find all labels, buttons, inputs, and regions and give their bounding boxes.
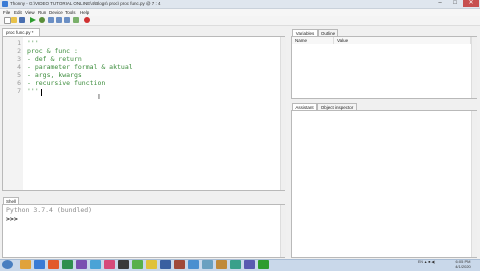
column-header-value[interactable]: Value <box>334 37 471 44</box>
run-icon[interactable] <box>30 17 36 23</box>
line-number: 5 <box>17 71 21 79</box>
system-tray[interactable]: EN ▲ ■ ◀) <box>418 260 435 265</box>
shell-scrollbar[interactable] <box>280 205 286 257</box>
line-number: 7 <box>17 87 21 95</box>
taskbar-app-icon[interactable] <box>62 260 73 269</box>
menu-device[interactable]: Device <box>49 9 63 16</box>
taskbar-app-icon[interactable] <box>202 260 213 269</box>
i-beam-cursor-icon: I <box>98 94 100 101</box>
taskbar-app-icon[interactable] <box>160 260 171 269</box>
menu-run[interactable]: Run <box>38 9 46 16</box>
line-number: 3 <box>17 55 21 63</box>
code-line[interactable]: ''' <box>27 39 39 47</box>
variables-scrollbar[interactable] <box>471 37 477 98</box>
menu-tools[interactable]: Tools <box>65 9 76 16</box>
taskbar-app-icon[interactable] <box>174 260 185 269</box>
taskbar-app-icon[interactable] <box>104 260 115 269</box>
close-button[interactable]: ✕ <box>463 0 479 7</box>
shell-banner: Python 3.7.4 (bundled) <box>6 206 93 214</box>
taskbar-app-icon[interactable] <box>90 260 101 269</box>
taskbar-app-icon[interactable] <box>216 260 227 269</box>
taskbar-app-icon[interactable] <box>188 260 199 269</box>
taskbar-app-icon[interactable] <box>76 260 87 269</box>
step-into-icon[interactable] <box>56 17 62 23</box>
line-number: 2 <box>17 47 21 55</box>
menu-view[interactable]: View <box>25 9 35 16</box>
code-line[interactable]: - def & return <box>27 55 82 63</box>
stop-icon[interactable] <box>84 17 90 23</box>
line-number: 6 <box>17 79 21 87</box>
taskbar-app-icon[interactable] <box>48 260 59 269</box>
taskbar-app-icon[interactable] <box>118 260 129 269</box>
toolbar <box>0 16 480 26</box>
variables-panel <box>291 36 477 99</box>
taskbar-app-icon[interactable] <box>230 260 241 269</box>
assistant-scrollbar[interactable] <box>471 111 477 257</box>
maximize-button[interactable]: □ <box>448 0 462 7</box>
tab-outline[interactable]: Outline <box>318 29 338 36</box>
taskbar-app-icon[interactable] <box>34 260 45 269</box>
thonny-taskbar-icon[interactable] <box>258 260 269 269</box>
code-line[interactable]: - parameter formal & aktual <box>27 63 133 71</box>
menu-file[interactable]: File <box>3 9 10 16</box>
editor-tab[interactable]: proc func.py * <box>2 28 40 36</box>
editor-scrollbar[interactable] <box>280 37 286 190</box>
line-number: 4 <box>17 63 21 71</box>
tab-assistant[interactable]: Assistant <box>292 103 317 110</box>
tab-object-inspector[interactable]: Object inspector <box>317 103 357 110</box>
debug-icon[interactable] <box>39 17 45 23</box>
column-header-name[interactable]: Name <box>292 37 334 44</box>
code-line[interactable]: - recursive function <box>27 79 105 87</box>
open-file-icon[interactable] <box>11 17 17 23</box>
shell-prompt[interactable]: >>> <box>6 215 18 223</box>
taskbar-app-icon[interactable] <box>146 260 157 269</box>
shell-tab[interactable]: Shell <box>3 197 19 204</box>
line-number: 1 <box>17 39 21 47</box>
resume-icon[interactable] <box>73 17 79 23</box>
tab-variables[interactable]: Variables <box>292 29 318 36</box>
code-line[interactable]: - args, kwargs <box>27 71 82 79</box>
taskbar-app-icon[interactable] <box>244 260 255 269</box>
new-file-icon[interactable] <box>4 17 11 24</box>
menu-help[interactable]: Help <box>80 9 89 16</box>
save-file-icon[interactable] <box>19 17 25 23</box>
code-line[interactable]: ''' <box>27 87 39 95</box>
text-caret <box>41 89 42 96</box>
start-button-icon[interactable] <box>2 260 13 269</box>
assistant-panel <box>291 110 477 258</box>
clock[interactable]: 6:05 PM 4/1/2020 <box>449 259 477 269</box>
taskbar-app-icon[interactable] <box>132 260 143 269</box>
clock-date: 4/1/2020 <box>455 263 471 269</box>
file-explorer-icon[interactable] <box>20 260 31 269</box>
minimize-button[interactable]: – <box>433 0 447 7</box>
menu-edit[interactable]: Edit <box>14 9 22 16</box>
step-over-icon[interactable] <box>48 17 54 23</box>
code-line[interactable]: proc & func : <box>27 47 78 55</box>
window-title: Thonny - G:\VIDEO TUTORIAL ONLINE\4\Blog… <box>10 1 161 6</box>
thonny-app-icon <box>2 1 8 7</box>
step-out-icon[interactable] <box>64 17 70 23</box>
